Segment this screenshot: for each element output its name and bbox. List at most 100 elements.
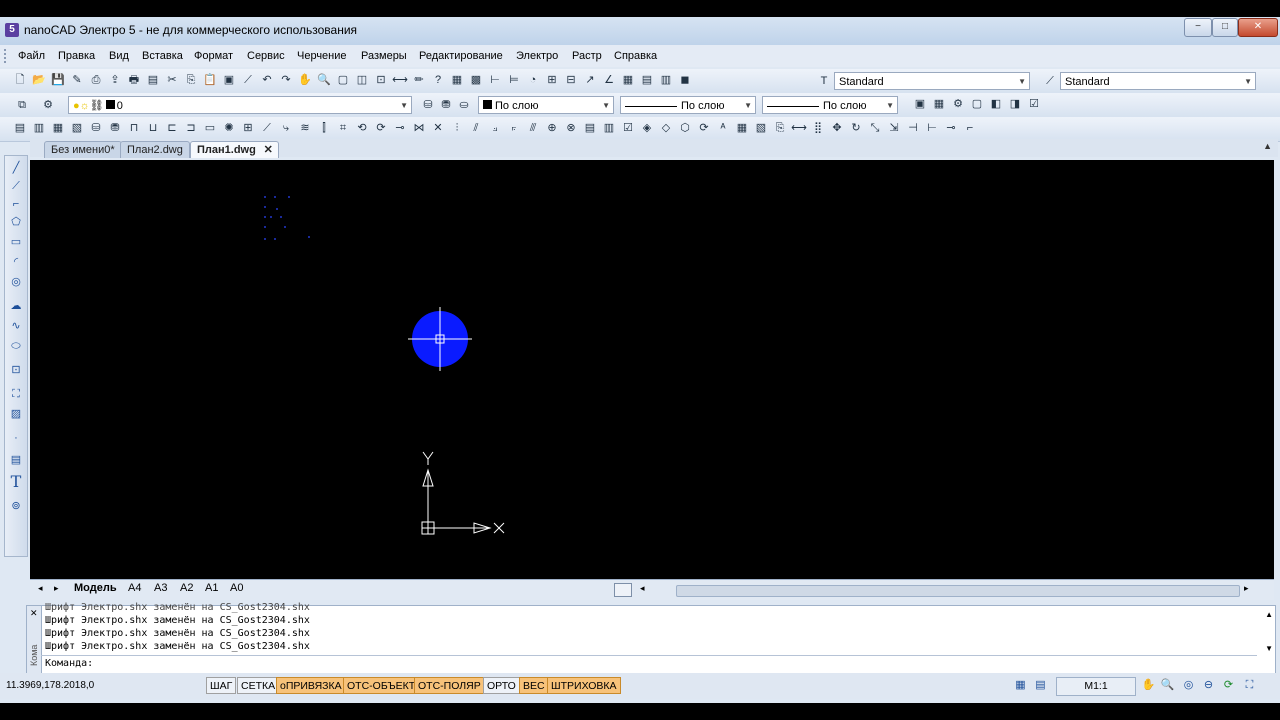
checkmark-icon[interactable]: ☑ [1026, 96, 1042, 112]
image-icon[interactable]: ▨ [8, 406, 24, 422]
dim-style-select[interactable]: Standard ▼ [1060, 72, 1256, 90]
pan-icon[interactable]: ✋ [1140, 677, 1157, 694]
print-icon[interactable]: 🖶 [126, 72, 142, 88]
dimension-icon[interactable]: ⟷ [791, 120, 807, 136]
circle-icon[interactable]: ◎ [8, 274, 24, 290]
command-close-icon[interactable]: ✕ [30, 608, 38, 619]
schedule-alt-icon[interactable]: ▧ [69, 120, 85, 136]
layer-previous-icon[interactable]: ⛃ [438, 97, 454, 113]
point-icon[interactable]: · [8, 430, 24, 446]
undo-icon[interactable]: ↶ [259, 72, 275, 88]
nanocad-icon[interactable]: ◼ [677, 72, 693, 88]
arc-icon[interactable]: ◜ [8, 254, 24, 270]
regenerate-icon[interactable]: ⟳ [1220, 677, 1237, 694]
insert-table-icon[interactable]: ▤ [639, 72, 655, 88]
polygon-icon[interactable]: ⬠ [8, 214, 24, 230]
wire-group-icon[interactable]: ⫻ [525, 120, 541, 136]
make-current-layer-icon[interactable]: ⛁ [420, 97, 436, 113]
extend-icon[interactable]: ⊢ [924, 120, 940, 136]
cable-icon[interactable]: ⟋ [259, 120, 275, 136]
circuit-alt-icon[interactable]: ⟳ [373, 120, 389, 136]
distribution-icon[interactable]: ⫶ [449, 120, 465, 136]
dim-radius-icon[interactable]: ◔ [525, 72, 541, 88]
menu-insert[interactable]: Вставка [142, 50, 183, 62]
zoom-window-icon[interactable]: ◎ [1180, 677, 1197, 694]
insert-block-icon[interactable]: ⊡ [8, 362, 24, 378]
leader-icon[interactable]: ↗ [582, 72, 598, 88]
move-icon[interactable]: ✥ [829, 120, 845, 136]
grid-toggle[interactable]: СЕТКА [237, 677, 280, 694]
properties-icon[interactable]: ▦ [449, 72, 465, 88]
layer-states-icon[interactable]: ⚙ [40, 97, 56, 113]
tab-list-chevron-icon[interactable]: ▲ [1263, 141, 1272, 151]
osnap-toggle[interactable]: оПРИВЯЗКА [276, 677, 346, 694]
copy-objects-icon[interactable]: ⎘ [772, 120, 788, 136]
cloud-icon[interactable]: ☁ [8, 298, 24, 314]
color-select[interactable]: По слою ▼ [478, 96, 614, 114]
cable-tray-icon[interactable]: ≋ [297, 120, 313, 136]
dim-linear-icon[interactable]: ⊢ [487, 72, 503, 88]
zoom-icon[interactable]: 🔍 [1159, 677, 1176, 694]
new-file-icon[interactable]: 🗋 [12, 72, 28, 88]
layout-splitter-icon[interactable] [614, 583, 632, 597]
publish-icon[interactable]: ⇪ [107, 72, 123, 88]
paper-space-icon[interactable]: ▤ [1032, 677, 1049, 694]
fullscreen-icon[interactable]: ⛶ [1241, 677, 1258, 694]
rectangle-icon[interactable]: ▭ [8, 234, 24, 250]
pencil-icon[interactable]: ✏ [411, 72, 427, 88]
hatch-toggle[interactable]: ШТРИХОВКА [547, 677, 621, 694]
block-icon[interactable]: ▩ [468, 72, 484, 88]
scroll-left-icon[interactable]: ◂ [38, 583, 43, 594]
abc-icon[interactable]: ᴬ [715, 120, 731, 136]
redo-icon[interactable]: ↷ [278, 72, 294, 88]
stretch-icon[interactable]: ⇲ [886, 120, 902, 136]
layers-icon[interactable]: ◈ [639, 120, 655, 136]
grid-icon[interactable]: ⊞ [240, 120, 256, 136]
window-cascade-icon[interactable]: ◨ [1007, 96, 1023, 112]
layer-select[interactable]: ●☼⛓ 0 ▼ [68, 96, 412, 114]
drawing-canvas[interactable] [30, 160, 1274, 579]
paste-special-icon[interactable]: ▣ [221, 72, 237, 88]
menu-format[interactable]: Формат [194, 50, 233, 62]
tab-a0[interactable]: A0 [230, 582, 243, 594]
polar-toggle[interactable]: ОТС-ПОЛЯР [414, 677, 485, 694]
fillet-icon[interactable]: ⌐ [962, 120, 978, 136]
dim-baseline-icon[interactable]: ⊟ [563, 72, 579, 88]
break-icon[interactable]: ⊸ [943, 120, 959, 136]
model-space-icon[interactable]: ▦ [1012, 677, 1029, 694]
snap-toggle[interactable]: ШАГ [206, 677, 237, 694]
dim-continue-icon[interactable]: ⊞ [544, 72, 560, 88]
device-alt-icon[interactable]: ⊗ [563, 120, 579, 136]
panel-icon[interactable]: ▤ [12, 120, 28, 136]
table-icon[interactable]: ▦ [620, 72, 636, 88]
viewport-layout-icon[interactable]: ▦ [931, 96, 947, 112]
command-scroll-down-icon[interactable]: ▼ [1265, 644, 1273, 653]
room-outline-icon[interactable]: ⊏ [164, 120, 180, 136]
circuit-icon[interactable]: ⟲ [354, 120, 370, 136]
layout-settings-icon[interactable]: ⚙ [950, 96, 966, 112]
nanocad-logo-icon[interactable]: 5 [5, 23, 19, 37]
scale-icon[interactable]: ⤡ [867, 120, 883, 136]
close-button[interactable]: ✕ [1238, 18, 1278, 37]
otrack-toggle[interactable]: ОТС-ОБЪЕКТ [343, 677, 420, 694]
room-box-icon[interactable]: ⊐ [183, 120, 199, 136]
horizontal-scrollbar[interactable] [676, 585, 1240, 597]
report-alt-icon[interactable]: ▥ [601, 120, 617, 136]
paste-icon[interactable]: 📋 [202, 72, 218, 88]
tab-a2[interactable]: A2 [180, 582, 193, 594]
table-edit-icon[interactable]: ▦ [734, 120, 750, 136]
print-preview-icon[interactable]: ⎙ [88, 72, 104, 88]
zoom-previous-icon[interactable]: ◫ [354, 72, 370, 88]
report-icon[interactable]: ▤ [582, 120, 598, 136]
close-tab-icon[interactable]: ✕ [264, 142, 273, 158]
dim-aligned-icon[interactable]: ⊨ [506, 72, 522, 88]
open-file-icon[interactable]: 📂 [31, 72, 47, 88]
match-properties-icon[interactable]: ⟋ [240, 72, 256, 88]
menu-edit[interactable]: Правка [58, 50, 95, 62]
hscroll-right-icon[interactable]: ▸ [1244, 583, 1249, 594]
pan-icon[interactable]: ✋ [297, 72, 313, 88]
lamp-icon[interactable]: ✺ [221, 120, 237, 136]
cross-icon[interactable]: ✕ [430, 120, 446, 136]
help-icon[interactable]: ? [430, 72, 446, 88]
socket-icon[interactable]: ⊸ [392, 120, 408, 136]
